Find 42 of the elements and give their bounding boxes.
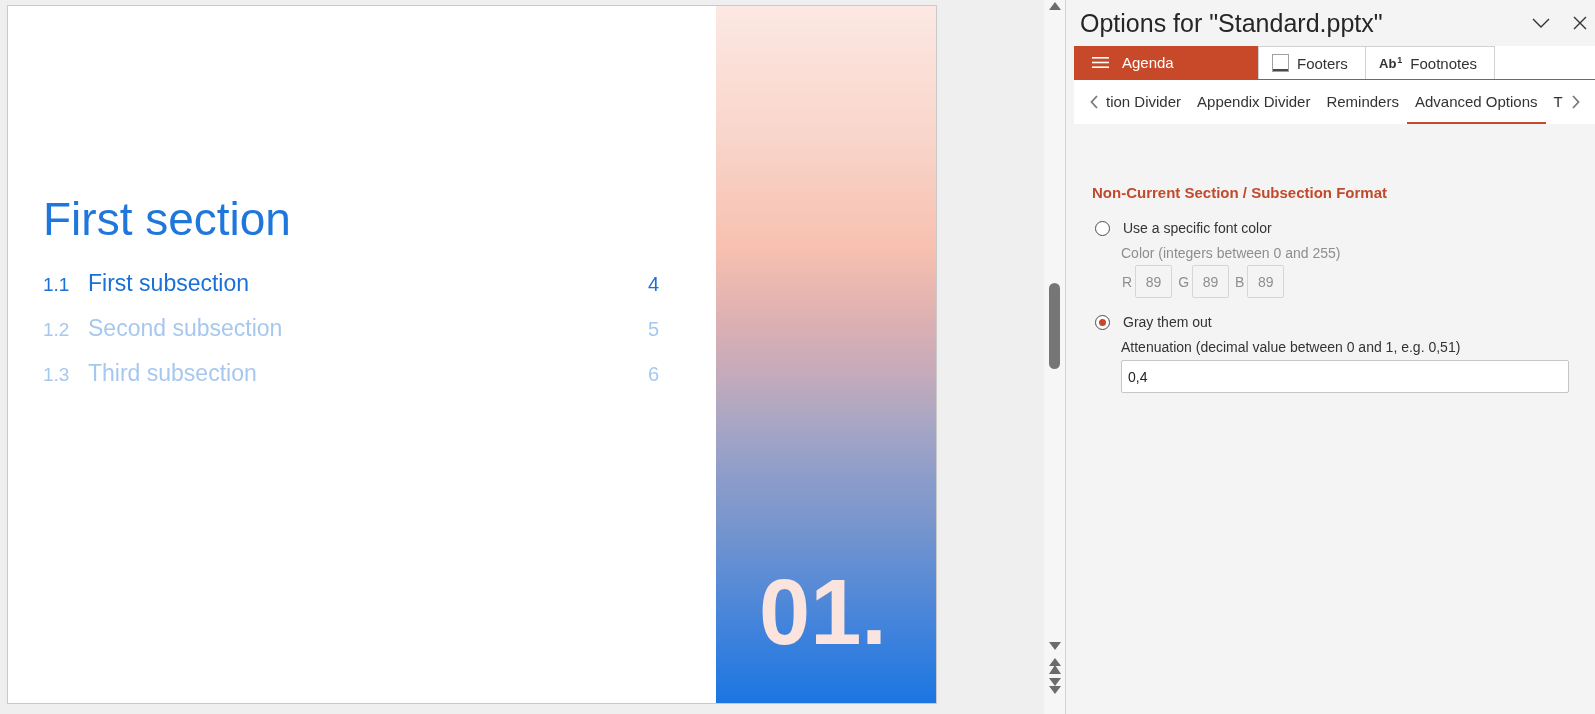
page-footer-icon: [1272, 54, 1289, 72]
page-number: 6: [647, 362, 659, 387]
tab[interactable]: tion Divider: [1098, 80, 1190, 124]
menu-icon: [1092, 57, 1109, 68]
scrollbar-track[interactable]: [1044, 0, 1065, 714]
chevron-down-icon[interactable]: [1532, 18, 1550, 28]
tab[interactable]: Appendix Divider: [1189, 80, 1319, 124]
radio-label[interactable]: Gray them out: [1123, 314, 1212, 330]
tab[interactable]: Ab$^{1}$ Footnotes: [1365, 46, 1496, 79]
section-heading: Non-Current Section / Subsection Format: [1092, 183, 1389, 203]
subsection-number: 1.3: [43, 363, 71, 387]
close-icon[interactable]: [1573, 16, 1587, 30]
superscript-icon: Ab$^{1}$: [1379, 56, 1403, 70]
radio-button[interactable]: [1095, 314, 1110, 330]
chevron-left-icon[interactable]: [1090, 95, 1098, 109]
double-down-arrow-icon[interactable]: [1048, 678, 1061, 694]
tab[interactable]: Reminders: [1318, 80, 1407, 124]
field-hint: Attenuation (decimal value between 0 and 1, e.g. 0,51): [1121, 338, 1462, 357]
double-up-arrow-icon[interactable]: [1048, 658, 1061, 674]
tab[interactable]: Agenda: [1074, 46, 1259, 79]
tab[interactable]: Footers: [1258, 46, 1366, 79]
subsection-number: 1.1: [43, 273, 71, 297]
section-title: First section: [43, 192, 292, 246]
page-number: 5: [647, 317, 659, 342]
subsection-title: Third subsection: [88, 359, 257, 388]
tab[interactable]: T: [1545, 80, 1571, 124]
chevron-right-icon[interactable]: [1571, 95, 1580, 109]
subsection-title: Second subsection: [88, 314, 283, 343]
tab[interactable]: Advanced Options: [1406, 80, 1546, 124]
scroll-down-icon[interactable]: [1048, 642, 1061, 650]
subsection-number: 1.2: [43, 318, 71, 342]
channel-label: G: [1178, 273, 1189, 290]
section-number: 01.: [759, 566, 887, 658]
scrollbar-thumb[interactable]: [1049, 283, 1060, 369]
field-hint: Color (integers between 0 and 255): [1121, 244, 1342, 263]
channel-label: B: [1235, 273, 1245, 290]
subsection-title: First subsection: [88, 269, 250, 298]
input-field[interactable]: 0,4: [1121, 360, 1569, 393]
scroll-up-icon[interactable]: [1048, 2, 1061, 10]
panel-title: Options for "Standard.pptx": [1080, 8, 1384, 38]
page-number: 4: [647, 272, 659, 297]
channel-label: R: [1122, 273, 1133, 290]
